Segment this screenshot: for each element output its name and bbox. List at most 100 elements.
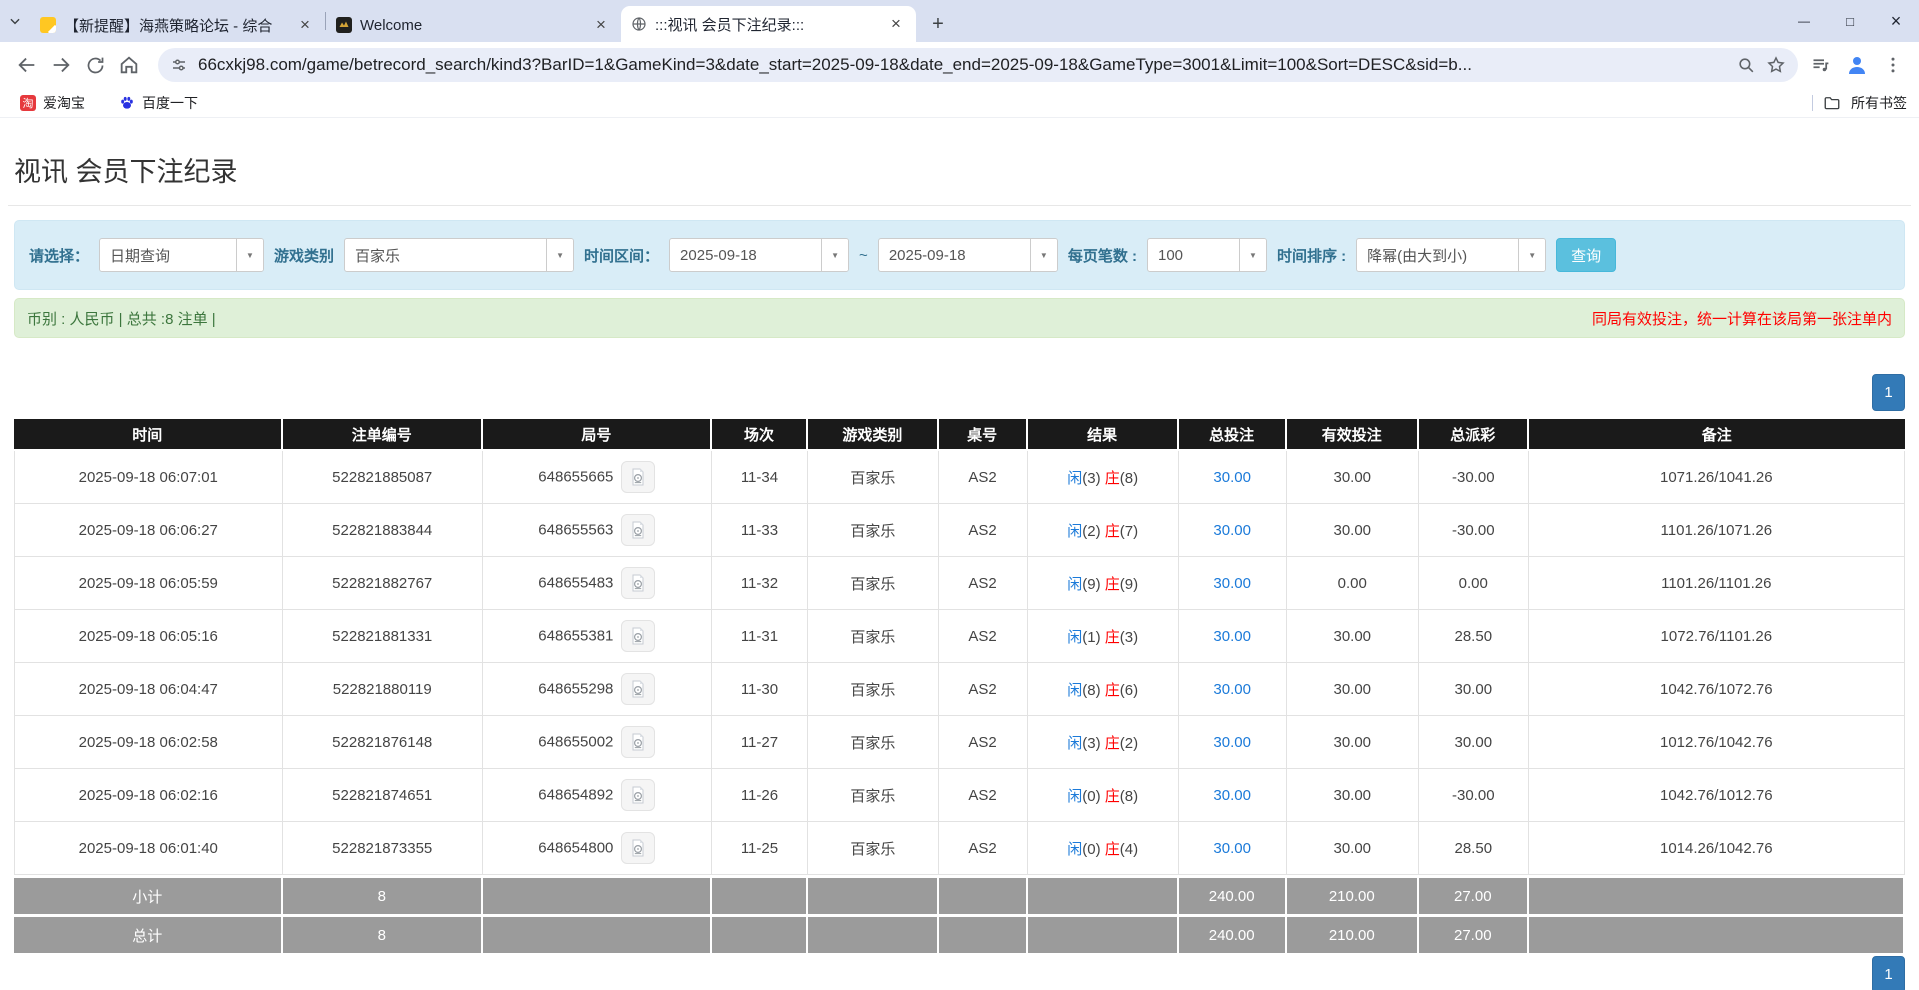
- bookmark-baidu[interactable]: 百度一下: [111, 91, 206, 115]
- per-page-select[interactable]: 100 ▼: [1147, 238, 1267, 272]
- total-bet-link[interactable]: 30.00: [1213, 522, 1251, 539]
- video-replay-button[interactable]: [621, 620, 655, 652]
- tab-search-button[interactable]: [0, 0, 30, 42]
- result-player: 闲(8): [1067, 682, 1100, 699]
- cell-time: 2025-09-18 06:05:16: [14, 610, 283, 663]
- dropdown-arrow-icon[interactable]: ▼: [546, 239, 573, 271]
- round-number: 648654800: [538, 840, 613, 857]
- cell-bet-id: 522821873355: [283, 822, 483, 875]
- result-banker: 庄(7): [1105, 523, 1138, 540]
- forward-button[interactable]: [44, 48, 78, 82]
- video-replay-button[interactable]: [621, 514, 655, 546]
- new-tab-button[interactable]: +: [924, 10, 952, 38]
- reload-icon: [85, 55, 106, 76]
- film-icon: [628, 626, 648, 646]
- total-bet-link[interactable]: 30.00: [1213, 681, 1251, 698]
- cell-bet-id: 522821881331: [283, 610, 483, 663]
- url-text[interactable]: 66cxkj98.com/game/betrecord_search/kind3…: [198, 55, 1727, 75]
- pagination-page-1[interactable]: 1: [1872, 374, 1905, 411]
- all-bookmarks-button[interactable]: 所有书签: [1851, 93, 1907, 113]
- cell-payout: -30.00: [1419, 769, 1529, 822]
- window-close-button[interactable]: ×: [1873, 0, 1919, 42]
- minimize-button[interactable]: —: [1781, 0, 1827, 42]
- game-kind-label: 游戏类别: [274, 245, 334, 266]
- tab-welcome[interactable]: Welcome ×: [326, 8, 621, 42]
- zoom-icon[interactable]: [1737, 56, 1756, 75]
- date-start-select[interactable]: 2025-09-18 ▼: [669, 238, 849, 272]
- site-settings-icon[interactable]: [170, 56, 188, 74]
- profile-avatar-icon[interactable]: [1845, 53, 1869, 77]
- cell-round-id: 648655298: [483, 663, 712, 716]
- tab-close-icon[interactable]: ×: [886, 14, 906, 34]
- game-kind-select[interactable]: 百家乐 ▼: [344, 238, 574, 272]
- cell-bet-id: 522821882767: [283, 557, 483, 610]
- film-icon: [628, 732, 648, 752]
- cell-game-kind: 百家乐: [808, 822, 938, 875]
- film-icon: [628, 573, 648, 593]
- dropdown-arrow-icon[interactable]: ▼: [1518, 239, 1545, 271]
- query-button[interactable]: 查询: [1556, 238, 1616, 272]
- cell-time: 2025-09-18 06:05:59: [14, 557, 283, 610]
- table-row: 2025-09-18 06:05:16522821881331648655381…: [14, 610, 1905, 663]
- dropdown-arrow-icon[interactable]: ▼: [821, 239, 848, 271]
- menu-dots-icon[interactable]: [1883, 55, 1903, 75]
- back-button[interactable]: [10, 48, 44, 82]
- film-icon: [628, 520, 648, 540]
- video-replay-button[interactable]: [621, 461, 655, 493]
- query-type-select[interactable]: 日期查询 ▼: [99, 238, 264, 272]
- cell-payout: 30.00: [1419, 716, 1529, 769]
- cell-total-bet: 30.00: [1179, 769, 1287, 822]
- video-replay-button[interactable]: [621, 673, 655, 705]
- baidu-paw-icon: [119, 95, 135, 111]
- sort-select[interactable]: 降幂(由大到小) ▼: [1356, 238, 1546, 272]
- cell-session: 11-30: [712, 663, 808, 716]
- video-replay-button[interactable]: [621, 832, 655, 864]
- cell-session: 11-26: [712, 769, 808, 822]
- footer-session: [712, 914, 808, 953]
- cell-valid-bet: 30.00: [1287, 663, 1419, 716]
- video-replay-button[interactable]: [621, 726, 655, 758]
- total-bet-link[interactable]: 30.00: [1213, 469, 1251, 486]
- header-valid-bet: 有效投注: [1287, 419, 1419, 451]
- video-replay-button[interactable]: [621, 567, 655, 599]
- tab-bet-records-active[interactable]: :::视讯 会员下注纪录::: ×: [621, 6, 916, 42]
- header-remark: 备注: [1529, 419, 1905, 451]
- reload-button[interactable]: [78, 48, 112, 82]
- total-bet-link[interactable]: 30.00: [1213, 840, 1251, 857]
- home-button[interactable]: [112, 48, 146, 82]
- cell-bet-id: 522821880119: [283, 663, 483, 716]
- cell-remark: 1101.26/1101.26: [1529, 557, 1905, 610]
- address-bar[interactable]: 66cxkj98.com/game/betrecord_search/kind3…: [158, 48, 1798, 82]
- total-bet-link[interactable]: 30.00: [1213, 628, 1251, 645]
- pagination-bottom-page-1[interactable]: 1: [1872, 956, 1905, 990]
- cell-total-bet: 30.00: [1179, 610, 1287, 663]
- tab-forum[interactable]: 【新提醒】海燕策略论坛 - 综合 ×: [30, 8, 325, 42]
- tab-close-icon[interactable]: ×: [591, 15, 611, 35]
- cell-bet-id: 522821885087: [283, 451, 483, 504]
- dropdown-arrow-icon[interactable]: ▼: [236, 239, 263, 271]
- bookmark-taobao[interactable]: 淘 爱淘宝: [12, 91, 93, 115]
- video-replay-button[interactable]: [621, 779, 655, 811]
- dropdown-arrow-icon[interactable]: ▼: [1239, 239, 1266, 271]
- per-page-label: 每页笔数 :: [1068, 245, 1137, 266]
- total-bet-link[interactable]: 30.00: [1213, 787, 1251, 804]
- total-bet-link[interactable]: 30.00: [1213, 575, 1251, 592]
- back-icon: [16, 54, 38, 76]
- cell-total-bet: 30.00: [1179, 822, 1287, 875]
- dropdown-arrow-icon[interactable]: ▼: [1030, 239, 1057, 271]
- bookmark-star-icon[interactable]: [1766, 55, 1786, 75]
- result-player: 闲(3): [1067, 470, 1100, 487]
- maximize-button[interactable]: □: [1827, 0, 1873, 42]
- date-end-select[interactable]: 2025-09-18 ▼: [878, 238, 1058, 272]
- result-player: 闲(2): [1067, 523, 1100, 540]
- tab-title: :::视讯 会员下注纪录:::: [655, 14, 878, 35]
- cell-table: AS2: [939, 451, 1028, 504]
- welcome-favicon-icon: [336, 17, 352, 33]
- tab-close-icon[interactable]: ×: [295, 15, 315, 35]
- round-number: 648654892: [538, 787, 613, 804]
- media-controls-icon[interactable]: [1810, 55, 1831, 76]
- total-bet-link[interactable]: 30.00: [1213, 734, 1251, 751]
- film-icon: [628, 785, 648, 805]
- cell-remark: 1014.26/1042.76: [1529, 822, 1905, 875]
- cell-total-bet: 30.00: [1179, 451, 1287, 504]
